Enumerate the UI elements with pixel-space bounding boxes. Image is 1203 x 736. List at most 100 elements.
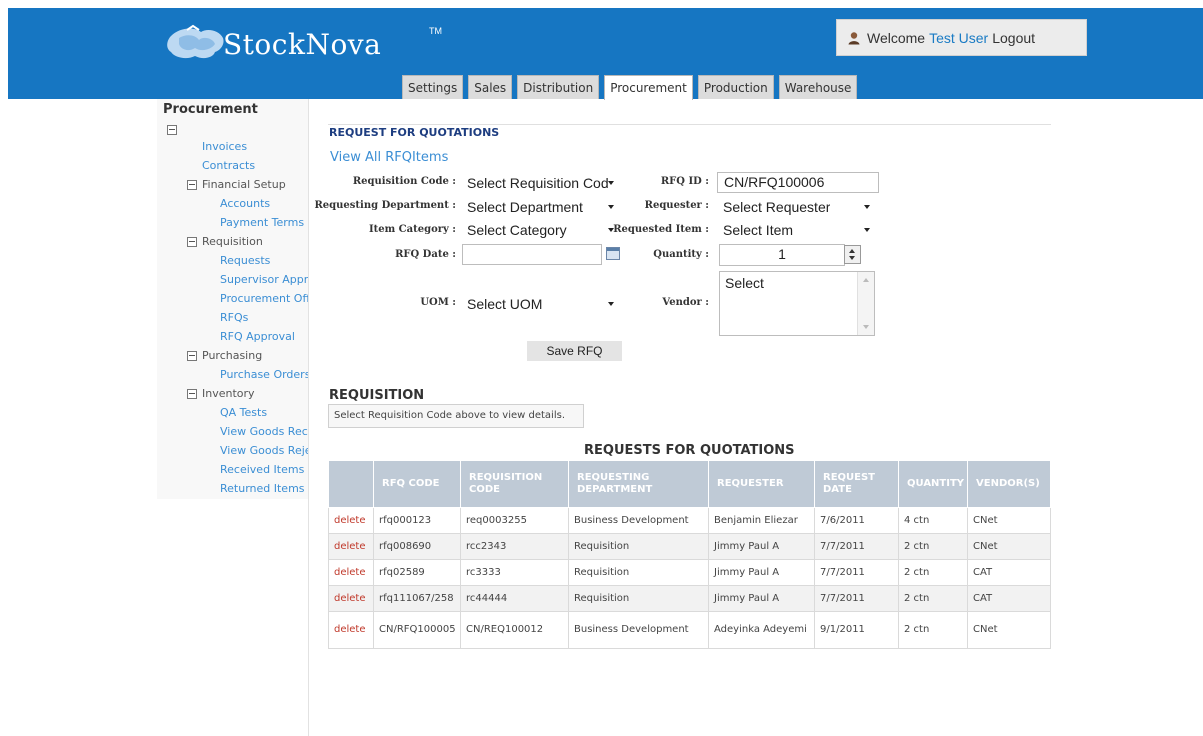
welcome-user-name[interactable]: Test User [929, 30, 988, 46]
trademark-mark: TM [429, 26, 442, 36]
rfq-table: RFQ CODE REQUISITION CODE REQUESTING DEP… [328, 460, 1051, 649]
column-header-request-date[interactable]: REQUEST DATE [814, 460, 899, 508]
section-title: REQUEST FOR QUOTATIONS [329, 126, 500, 139]
vendor-scrollbar[interactable] [857, 272, 874, 335]
sidebar-group-purchasing[interactable]: Purchasing [187, 349, 262, 362]
table-row: delete CN/RFQ100005 CN/REQ100012 Busines… [328, 611, 1051, 649]
sidebar: Procurement Invoices Contracts Financial… [157, 99, 309, 499]
cell-vendor: CNet [967, 507, 1051, 534]
tab-sales[interactable]: Sales [468, 75, 513, 99]
requesting-department-select[interactable]: Select Department [461, 197, 619, 217]
cell-requester: Jimmy Paul A [708, 585, 815, 612]
uom-select[interactable]: Select UOM [461, 294, 619, 314]
cell-quantity: 2 ctn [898, 559, 968, 586]
cell-requester: Adeyinka Adeyemi [708, 611, 815, 649]
tab-settings[interactable]: Settings [402, 75, 464, 99]
sidebar-item-received-items[interactable]: Received Items [220, 463, 309, 476]
uom-label: UOM : [420, 297, 456, 308]
item-category-select[interactable]: Select Category [461, 220, 619, 240]
requested-item-select[interactable]: Select Item [717, 220, 875, 240]
sidebar-item-contracts[interactable]: Contracts [202, 159, 255, 172]
sidebar-group-label: Purchasing [202, 349, 263, 362]
dropdown-arrow-icon [864, 205, 870, 209]
column-header-quantity[interactable]: QUANTITY [898, 460, 968, 508]
tree-collapse-icon [187, 350, 197, 361]
sidebar-item-supervisor-approval[interactable]: Supervisor Appro [220, 273, 309, 286]
delete-link[interactable]: delete [334, 567, 366, 578]
quantity-stepper[interactable]: 1 [719, 244, 845, 266]
column-header-vendors[interactable]: VENDOR(S) [967, 460, 1051, 508]
sidebar-item-invoices[interactable]: Invoices [202, 140, 247, 153]
cell-requester: Jimmy Paul A [708, 559, 815, 586]
sidebar-item-accounts[interactable]: Accounts [220, 197, 270, 210]
requesting-department-label: Requesting Department : [314, 200, 457, 211]
cell-department: Business Development [568, 611, 709, 649]
cell-quantity: 2 ctn [898, 585, 968, 612]
tab-warehouse[interactable]: Warehouse [778, 75, 858, 99]
sidebar-group-financial-setup[interactable]: Financial Setup [187, 178, 286, 191]
quantity-label: Quantity : [653, 249, 709, 260]
delete-link[interactable]: delete [334, 515, 366, 526]
cell-quantity: 2 ctn [898, 533, 968, 560]
tab-distribution[interactable]: Distribution [517, 75, 600, 99]
sidebar-item-returned-items[interactable]: Returned Items [220, 482, 309, 495]
logout-link[interactable]: Logout [992, 30, 1035, 46]
column-header-requisition-code[interactable]: REQUISITION CODE [460, 460, 569, 508]
cell-requisition-code: CN/REQ100012 [460, 611, 569, 649]
rfq-id-label: RFQ ID : [660, 176, 709, 187]
tab-procurement[interactable]: Procurement [604, 75, 693, 100]
sidebar-group-requisition[interactable]: Requisition [187, 235, 263, 248]
delete-link[interactable]: delete [334, 541, 366, 552]
save-rfq-button[interactable]: Save RFQ [527, 341, 622, 361]
cell-quantity: 2 ctn [898, 611, 968, 649]
sidebar-item-procurement-officer[interactable]: Procurement Offi [220, 292, 309, 305]
tab-production[interactable]: Production [697, 75, 774, 99]
sidebar-divider [308, 99, 309, 736]
dropdown-arrow-icon [608, 181, 614, 185]
requisition-hint: Select Requisition Code above to view de… [328, 404, 584, 428]
app-logo[interactable]: StockNova TM [165, 20, 442, 66]
table-row: delete rfq111067/258 rc44444 Requisition… [328, 585, 1051, 612]
rfq-id-field[interactable]: CN/RFQ100006 [717, 172, 879, 193]
sidebar-item-rfq-approval[interactable]: RFQ Approval [220, 330, 295, 343]
uom-value: Select UOM [467, 296, 543, 312]
column-header-requesting-department[interactable]: REQUESTING DEPARTMENT [568, 460, 709, 508]
table-row: delete rfq000123 req0003255 Business Dev… [328, 507, 1051, 534]
logo-puzzle-icon [167, 24, 224, 59]
sidebar-item-qa-tests[interactable]: QA Tests [220, 406, 267, 419]
dropdown-arrow-icon [608, 205, 614, 209]
sidebar-item-purchase-orders[interactable]: Purchase Orders [220, 368, 309, 381]
requester-select[interactable]: Select Requester [717, 197, 875, 217]
sidebar-item-view-goods-received[interactable]: View Goods Rece [220, 425, 309, 438]
vendor-listbox[interactable]: Select [719, 271, 875, 336]
calendar-icon[interactable] [606, 247, 620, 260]
cell-quantity: 4 ctn [898, 507, 968, 534]
sidebar-group-inventory[interactable]: Inventory [187, 387, 255, 400]
item-category-value: Select Category [467, 222, 567, 238]
cell-department: Requisition [568, 533, 709, 560]
rfq-date-field[interactable] [462, 244, 602, 265]
sidebar-item-payment-terms[interactable]: Payment Terms [220, 216, 304, 229]
cell-rfq-code: rfq111067/258 [373, 585, 461, 612]
delete-link[interactable]: delete [334, 624, 366, 635]
table-header-row: RFQ CODE REQUISITION CODE REQUESTING DEP… [328, 460, 1051, 508]
sidebar-item-requests[interactable]: Requests [220, 254, 270, 267]
requester-label: Requester : [644, 200, 709, 211]
cell-request-date: 7/6/2011 [814, 507, 899, 534]
column-header-requester[interactable]: REQUESTER [708, 460, 815, 508]
sidebar-item-rfqs[interactable]: RFQs [220, 311, 248, 324]
sidebar-root-toggle[interactable] [167, 125, 182, 135]
sidebar-item-view-goods-rejected[interactable]: View Goods Reje [220, 444, 309, 457]
sidebar-title: Procurement [163, 102, 258, 117]
vendor-option[interactable]: Select [725, 275, 764, 291]
quantity-spinner[interactable] [844, 245, 861, 264]
requested-item-value: Select Item [723, 222, 794, 238]
delete-link[interactable]: delete [334, 593, 366, 604]
cell-requisition-code: rc3333 [460, 559, 569, 586]
cell-request-date: 7/7/2011 [814, 559, 899, 586]
tree-collapse-icon [187, 236, 197, 247]
column-header-rfq-code[interactable]: RFQ CODE [373, 460, 461, 508]
view-all-rfq-items-link[interactable]: View All RFQItems [330, 150, 448, 165]
app-name: StockNova [223, 28, 382, 61]
requisition-code-select[interactable]: Select Requisition Cod [461, 173, 619, 193]
